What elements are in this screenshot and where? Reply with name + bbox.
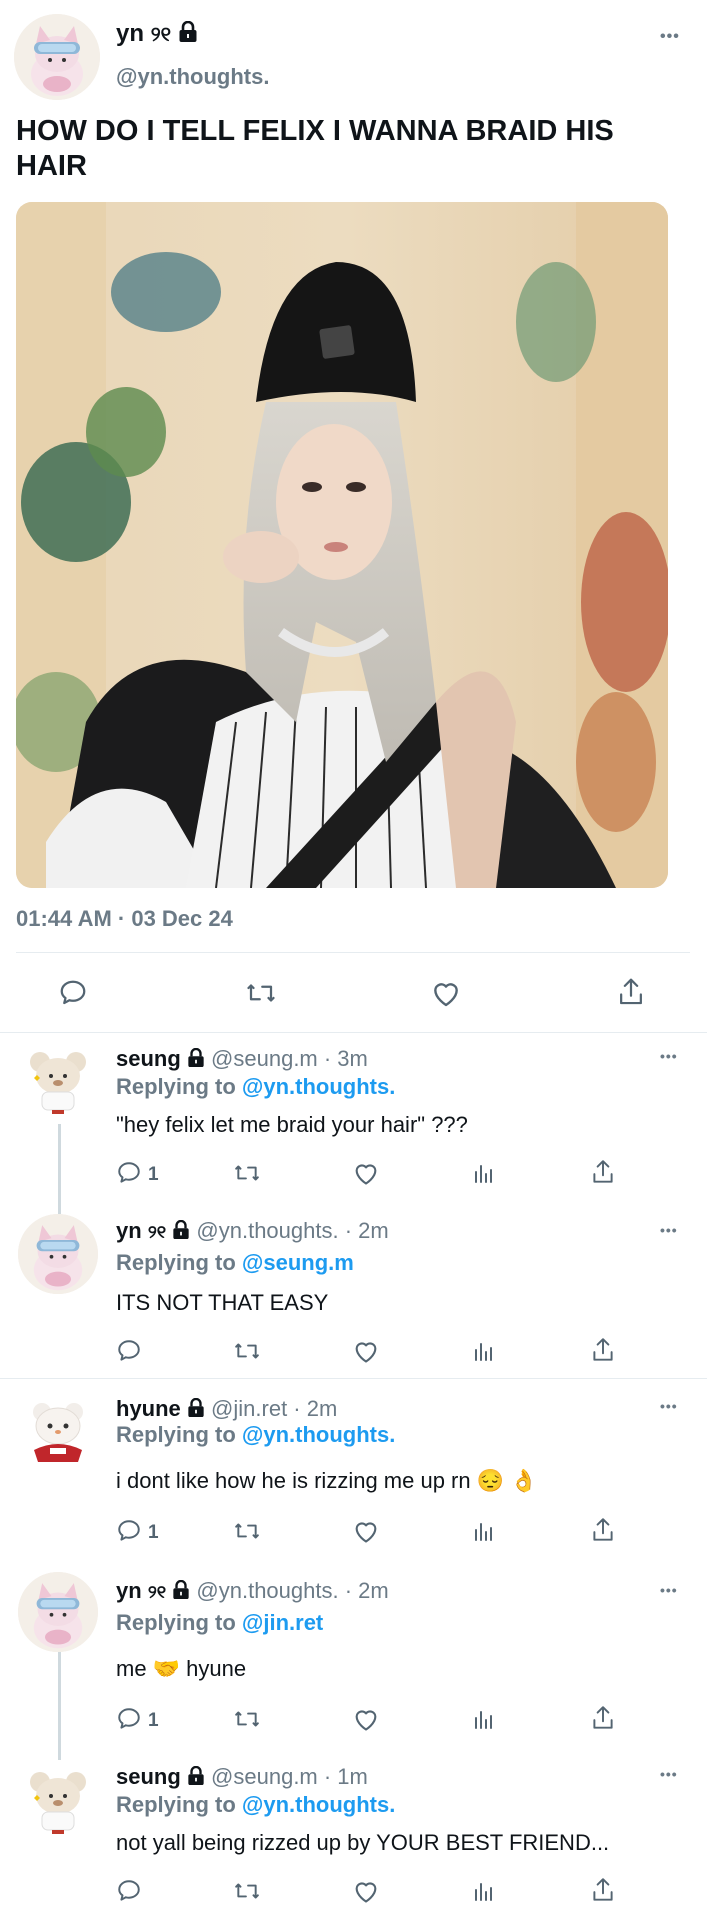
replying-to-link[interactable]: @yn.thoughts.	[242, 1422, 395, 1447]
reply-header: yn ୨୧ @yn.thoughts. · 2m	[116, 1218, 389, 1246]
replying-label: Replying to	[116, 1610, 236, 1635]
more-icon[interactable]: •••	[660, 1222, 678, 1238]
more-icon[interactable]: •••	[660, 1048, 678, 1064]
retweet-icon[interactable]	[232, 1518, 262, 1544]
name-symbol: ୨୧	[147, 1582, 167, 1602]
more-icon[interactable]: •••	[660, 28, 680, 46]
like-icon[interactable]	[352, 1338, 380, 1364]
reply-count: 1	[148, 1710, 159, 1731]
lock-icon	[178, 20, 198, 50]
comment-icon[interactable]	[116, 1706, 142, 1732]
share-icon[interactable]	[590, 1704, 616, 1732]
analytics-icon[interactable]	[472, 1160, 496, 1186]
display-name[interactable]: seung	[116, 1764, 181, 1789]
author-handle[interactable]: @yn.thoughts.	[116, 64, 269, 90]
replying-to: Replying to @yn.thoughts.	[116, 1074, 395, 1100]
replying-to: Replying to @yn.thoughts.	[116, 1792, 395, 1818]
handle-time[interactable]: @yn.thoughts. · 2m	[196, 1218, 388, 1243]
lock-icon	[172, 1219, 190, 1246]
replying-to: Replying to @jin.ret	[116, 1610, 323, 1636]
replying-to: Replying to @seung.m	[116, 1250, 354, 1276]
divider	[16, 952, 690, 953]
like-icon[interactable]	[352, 1706, 380, 1732]
tweet-photo[interactable]	[16, 202, 668, 888]
share-icon[interactable]	[616, 976, 646, 1008]
thread-line	[58, 1652, 61, 1760]
avatar[interactable]	[20, 1760, 96, 1836]
lock-icon	[172, 1579, 190, 1606]
reply-text: me 🤝 hyune	[116, 1656, 247, 1681]
replying-to: Replying to @yn.thoughts.	[116, 1422, 395, 1448]
more-icon[interactable]: •••	[660, 1582, 678, 1598]
handle-time[interactable]: @seung.m · 3m	[211, 1046, 368, 1071]
name-symbol: ୨୧	[150, 24, 172, 46]
reply-header: seung @seung.m · 1m	[116, 1764, 368, 1792]
avatar[interactable]	[14, 14, 100, 100]
handle-time[interactable]: @yn.thoughts. · 2m	[196, 1578, 388, 1603]
display-name[interactable]: yn	[116, 1218, 142, 1243]
retweet-icon[interactable]	[232, 1878, 262, 1904]
reply-header: hyune @jin.ret · 2m	[116, 1396, 337, 1424]
reply-header: yn ୨୧ @yn.thoughts. · 2m	[116, 1578, 389, 1606]
retweet-icon[interactable]	[244, 978, 278, 1008]
share-icon[interactable]	[590, 1876, 616, 1904]
lock-icon	[187, 1047, 205, 1074]
analytics-icon[interactable]	[472, 1518, 496, 1544]
analytics-icon[interactable]	[472, 1338, 496, 1364]
divider	[0, 1378, 707, 1379]
avatar[interactable]	[20, 1040, 96, 1116]
author-name[interactable]: yn ୨୧	[116, 20, 198, 50]
replying-to-link[interactable]: @seung.m	[242, 1250, 354, 1275]
comment-icon[interactable]	[116, 1518, 142, 1544]
reply-count: 1	[148, 1522, 159, 1543]
like-icon[interactable]	[352, 1160, 380, 1186]
reply-text: not yall being rizzed up by YOUR BEST FR…	[116, 1830, 610, 1855]
replying-label: Replying to	[116, 1250, 236, 1275]
comment-icon[interactable]	[116, 1160, 142, 1186]
tweet-text: HOW DO I TELL FELIX I WANNA BRAID HIS HA…	[16, 115, 614, 182]
reply-count: 1	[148, 1164, 159, 1185]
analytics-icon[interactable]	[472, 1706, 496, 1732]
display-name: yn	[116, 20, 145, 47]
comment-icon[interactable]	[116, 1338, 142, 1364]
share-icon[interactable]	[590, 1516, 616, 1544]
reply-header: seung @seung.m · 3m	[116, 1046, 368, 1074]
name-symbol: ୨୧	[147, 1222, 167, 1242]
handle-time[interactable]: @jin.ret · 2m	[211, 1396, 337, 1421]
share-icon[interactable]	[590, 1158, 616, 1186]
replying-to-link[interactable]: @yn.thoughts.	[242, 1074, 395, 1099]
avatar[interactable]	[18, 1572, 98, 1652]
replying-to-link[interactable]: @yn.thoughts.	[242, 1792, 395, 1817]
display-name[interactable]: seung	[116, 1046, 181, 1071]
more-icon[interactable]: •••	[660, 1766, 678, 1782]
like-icon[interactable]	[430, 978, 462, 1008]
replying-to-link[interactable]: @jin.ret	[242, 1610, 323, 1635]
reply-text: i dont like how he is rizzing me up rn 😔…	[116, 1468, 538, 1493]
replying-label: Replying to	[116, 1792, 236, 1817]
lock-icon	[187, 1765, 205, 1792]
retweet-icon[interactable]	[232, 1338, 262, 1364]
analytics-icon[interactable]	[472, 1878, 496, 1904]
share-icon[interactable]	[590, 1336, 616, 1364]
comment-icon[interactable]	[116, 1878, 142, 1904]
lock-icon	[187, 1397, 205, 1424]
replying-label: Replying to	[116, 1422, 236, 1447]
like-icon[interactable]	[352, 1878, 380, 1904]
divider	[0, 1032, 707, 1033]
handle-time[interactable]: @seung.m · 1m	[211, 1764, 368, 1789]
tweet-timestamp: 01:44 AM · 03 Dec 24	[16, 906, 233, 931]
display-name[interactable]: hyune	[116, 1396, 181, 1421]
display-name[interactable]: yn	[116, 1578, 142, 1603]
comment-icon[interactable]	[58, 978, 88, 1008]
avatar[interactable]	[20, 1392, 96, 1468]
thread-line	[58, 1124, 61, 1214]
avatar[interactable]	[18, 1214, 98, 1294]
replying-label: Replying to	[116, 1074, 236, 1099]
reply-text: "hey felix let me braid your hair" ???	[116, 1112, 468, 1137]
like-icon[interactable]	[352, 1518, 380, 1544]
retweet-icon[interactable]	[232, 1706, 262, 1732]
more-icon[interactable]: •••	[660, 1398, 678, 1414]
reply-text: ITS NOT THAT EASY	[116, 1290, 329, 1315]
retweet-icon[interactable]	[232, 1160, 262, 1186]
